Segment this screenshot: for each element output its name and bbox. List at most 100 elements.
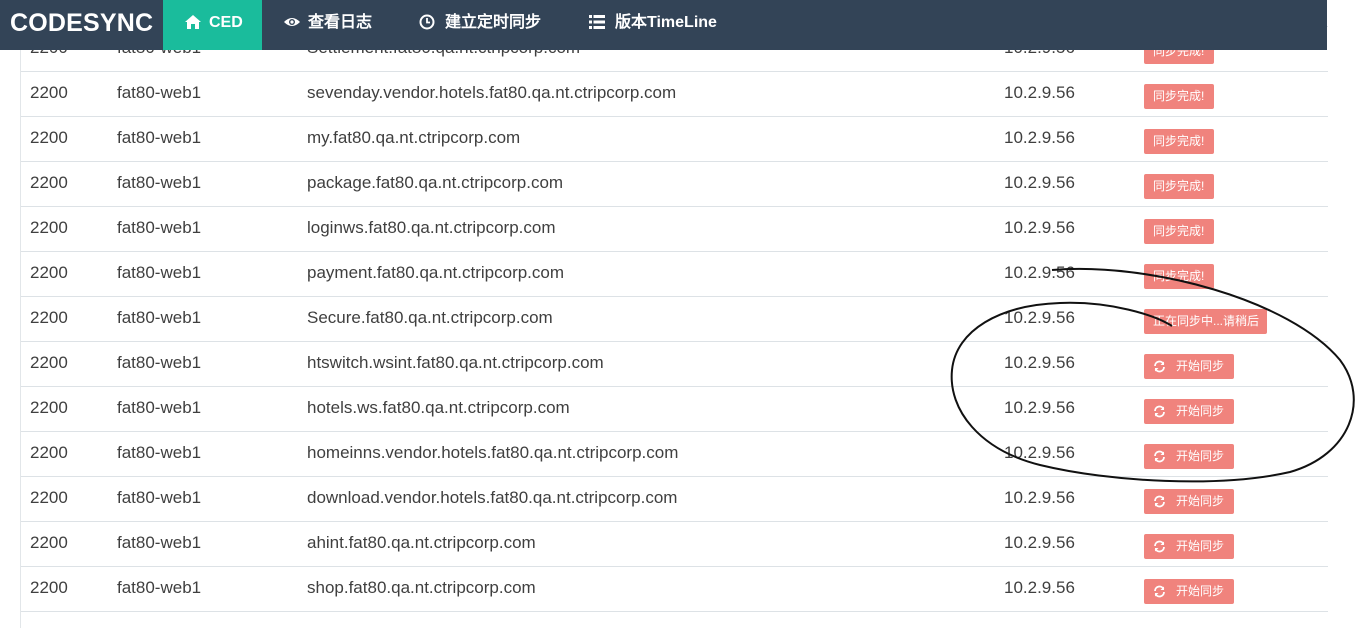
table-row: 2200 fat80-web1 payment.fat80.qa.nt.ctripc…	[21, 252, 1328, 297]
row-id: 2200	[30, 533, 68, 552]
row-id: 2200	[30, 443, 68, 462]
table-row: 2200 fat80-web1 homeinns.vendor.hotels.fat…	[21, 432, 1328, 477]
start-sync-button[interactable]: 开始同步	[1144, 489, 1234, 514]
row-id: 2200	[30, 488, 68, 507]
row-host: fat80-web1	[117, 443, 202, 462]
nav-tab-ced[interactable]: CED	[163, 0, 262, 50]
action-label: 同步完成!	[1153, 134, 1205, 148]
action-label: 同步完成!	[1153, 224, 1205, 238]
refresh-icon	[1154, 360, 1165, 373]
row-action: 同步完成!	[1144, 262, 1214, 289]
row-host: fat80-web1	[117, 308, 202, 327]
sync-complete-button[interactable]: 同步完成!	[1144, 174, 1214, 199]
row-domain: my.fat80.qa.nt.ctripcorp.com	[307, 128, 521, 147]
row-host: fat80-web1	[117, 218, 202, 237]
row-id: 2200	[30, 218, 68, 237]
action-label: 开始同步	[1176, 494, 1225, 508]
sync-complete-button[interactable]: 同步完成!	[1144, 84, 1214, 109]
row-action: 开始同步	[1144, 352, 1234, 379]
row-domain: hotels.ws.fat80.qa.nt.ctripcorp.com	[307, 398, 570, 417]
row-ip: 10.2.9.56	[1004, 353, 1075, 372]
action-label: 同步完成!	[1153, 89, 1205, 103]
row-ip: 10.2.9.56	[1004, 83, 1075, 102]
home-icon	[185, 15, 201, 29]
row-action: 开始同步	[1144, 532, 1234, 559]
row-host: fat80-web1	[117, 83, 202, 102]
table-row: 2200 fat80-web1 my.fat80.qa.nt.ctripcorp.c…	[21, 117, 1328, 162]
row-ip: 10.2.9.56	[1004, 128, 1075, 147]
start-sync-button[interactable]: 开始同步	[1144, 399, 1234, 424]
action-label: 同步完成!	[1153, 179, 1205, 193]
row-action: 同步完成!	[1144, 217, 1214, 244]
refresh-icon	[1154, 495, 1165, 508]
start-sync-button[interactable]: 开始同步	[1144, 354, 1234, 379]
sync-complete-button[interactable]: 同步完成!	[1144, 129, 1214, 154]
start-sync-button[interactable]: 开始同步	[1144, 534, 1234, 559]
table-row: 2200 fat80-web1 Secure.fat80.qa.nt.ctripco…	[21, 297, 1328, 342]
row-host: fat80-web1	[117, 353, 202, 372]
row-ip: 10.2.9.56	[1004, 263, 1075, 282]
row-domain: Secure.fat80.qa.nt.ctripcorp.com	[307, 308, 553, 327]
table-row: 2200 fat80-web1 shop.fat80.qa.nt.ctripcorp…	[21, 567, 1328, 612]
row-action: 同步完成!	[1144, 127, 1214, 154]
table-row: 2200 fat80-web1 hotels.ws.fat80.qa.nt.ctri…	[21, 387, 1328, 432]
row-action: 同步完成!	[1144, 82, 1214, 109]
syncing-status-button[interactable]: 正在同步中...请稍后	[1144, 309, 1267, 334]
action-label: 开始同步	[1176, 359, 1225, 373]
nav-tab-timeline[interactable]: 版本TimeLine	[564, 0, 734, 50]
row-ip: 10.2.9.56	[1004, 488, 1075, 507]
row-domain: homeinns.vendor.hotels.fat80.qa.nt.ctrip…	[307, 443, 679, 462]
row-ip: 10.2.9.56	[1004, 173, 1075, 192]
row-domain: loginws.fat80.qa.nt.ctripcorp.com	[307, 218, 556, 237]
refresh-icon	[1154, 450, 1165, 463]
top-navbar: CODESYNC CED 查看日志 建立定时同步 版本TimeLine	[0, 0, 1327, 50]
row-domain: sevenday.vendor.hotels.fat80.qa.nt.ctrip…	[307, 83, 677, 102]
sync-complete-button[interactable]: 同步完成!	[1144, 264, 1214, 289]
brand-logo[interactable]: CODESYNC	[10, 0, 153, 46]
nav-tab-schedule[interactable]: 建立定时同步	[396, 0, 564, 50]
row-domain: payment.fat80.qa.nt.ctripcorp.com	[307, 263, 565, 282]
nav-tab-logs[interactable]: 查看日志	[262, 0, 396, 50]
row-host: fat80-web1	[117, 128, 202, 147]
row-ip: 10.2.9.56	[1004, 443, 1075, 462]
start-sync-button[interactable]: 开始同步	[1144, 579, 1234, 604]
table-row: 2200 fat80-web1 download.vendor.hotels.fat…	[21, 477, 1328, 522]
row-host: fat80-web1	[117, 398, 202, 417]
row-id: 2200	[30, 398, 68, 417]
clock-icon	[419, 14, 435, 30]
row-domain: package.fat80.qa.nt.ctripcorp.com	[307, 173, 564, 192]
eye-icon	[284, 18, 300, 26]
row-action: 开始同步	[1144, 442, 1234, 469]
row-host: fat80-web1	[117, 578, 202, 597]
refresh-icon	[1154, 540, 1165, 553]
table-row: 2200 fat80-web1 package.fat80.qa.nt.ctripc…	[21, 162, 1328, 207]
action-label: 同步完成!	[1153, 269, 1205, 283]
table-row: 2200 fat80-web1 htswitch.wsint.fat80.qa.nt…	[21, 342, 1328, 387]
row-id: 2200	[30, 263, 68, 282]
row-ip: 10.2.9.56	[1004, 308, 1075, 327]
row-action: 开始同步	[1144, 397, 1234, 424]
row-action: 开始同步	[1144, 487, 1234, 514]
row-domain: shop.fat80.qa.nt.ctripcorp.com	[307, 578, 536, 597]
refresh-icon	[1154, 585, 1165, 598]
row-domain: htswitch.wsint.fat80.qa.nt.ctripcorp.com	[307, 353, 604, 372]
row-id: 2200	[30, 353, 68, 372]
row-id: 2200	[30, 83, 68, 102]
row-host: fat80-web1	[117, 533, 202, 552]
nav-tab-label: 查看日志	[308, 14, 373, 31]
row-id: 2200	[30, 128, 68, 147]
row-domain: download.vendor.hotels.fat80.qa.nt.ctrip…	[307, 488, 678, 507]
row-ip: 10.2.9.56	[1004, 218, 1075, 237]
table-row: 2200 fat80-web1 loginws.fat80.qa.nt.ctripc…	[21, 207, 1328, 252]
row-ip: 10.2.9.56	[1004, 578, 1075, 597]
sync-table: 2200fat80-web1sinfo.fat80.qa.nt.ctripcor…	[20, 0, 1328, 628]
sync-complete-button[interactable]: 同步完成!	[1144, 219, 1214, 244]
row-host: fat80-web1	[117, 488, 202, 507]
start-sync-button[interactable]: 开始同步	[1144, 444, 1234, 469]
table-row: 2200 fat80-web1 ahint.fat80.qa.nt.ctripcor…	[21, 522, 1328, 567]
row-action: 正在同步中...请稍后	[1144, 307, 1267, 334]
action-label: 开始同步	[1176, 584, 1225, 598]
row-domain: ahint.fat80.qa.nt.ctripcorp.com	[307, 533, 536, 552]
row-action: 开始同步	[1144, 577, 1234, 604]
nav-tab-label: 版本TimeLine	[615, 14, 717, 31]
